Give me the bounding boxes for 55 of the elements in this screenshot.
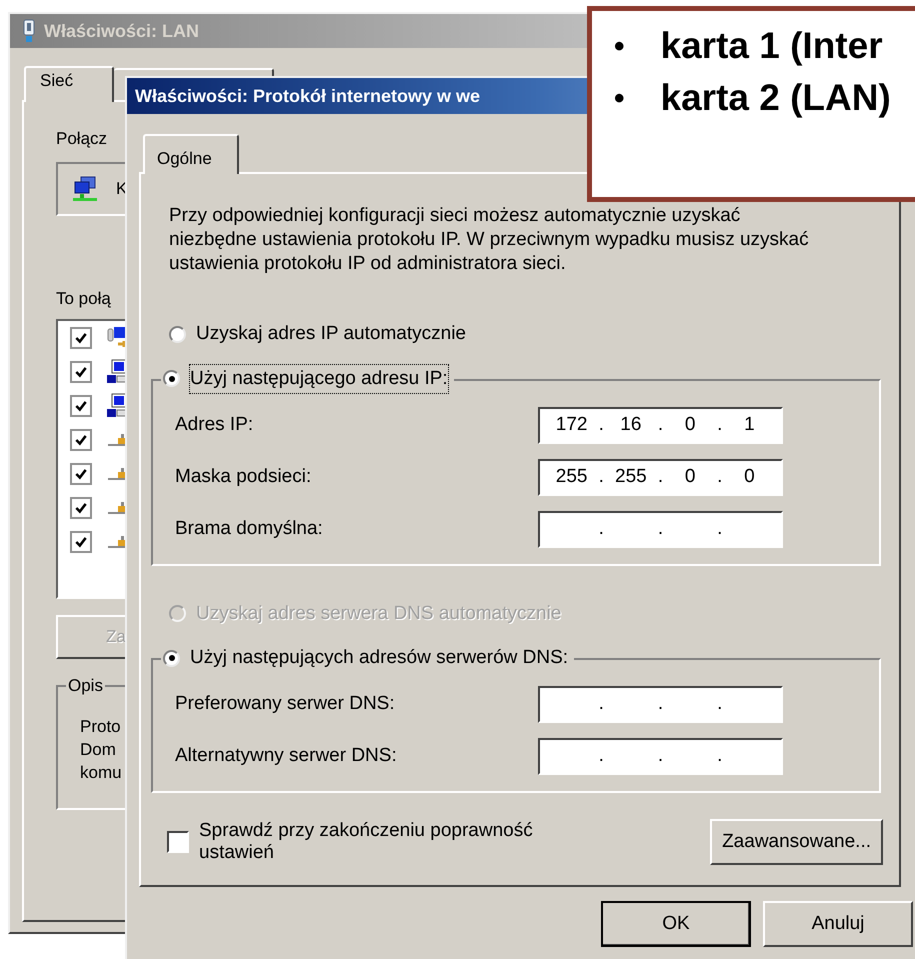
checkbox[interactable]: [70, 531, 92, 553]
checkbox[interactable]: [70, 395, 92, 417]
field-label: To połą: [56, 288, 111, 310]
radio-button[interactable]: [163, 650, 180, 667]
field-label: Połącz: [56, 128, 108, 150]
checkbox-label[interactable]: Sprawdź przy zakończeniu poprawność ustawień: [199, 820, 599, 864]
check-icon: [74, 365, 88, 379]
bullet: •: [614, 28, 625, 64]
radio-label[interactable]: Użyj następującego adresu IP:: [190, 364, 448, 393]
check-icon: [74, 535, 88, 549]
window-title: Właściwości: LAN: [44, 20, 200, 42]
network-computers-icon: [72, 176, 98, 202]
tab[interactable]: Ogólne: [143, 134, 239, 174]
ip-address-field[interactable]: . . .: [538, 510, 783, 548]
checkbox[interactable]: [70, 429, 92, 451]
radio-button[interactable]: [169, 326, 186, 343]
bullet: •: [614, 80, 625, 116]
description-text: komu: [80, 762, 122, 784]
field-label: Alternatywny serwer DNS:: [175, 744, 397, 768]
checkbox[interactable]: [70, 463, 92, 485]
window-title: Właściwości: Protokół internetowy w we: [135, 84, 480, 108]
description-text: Dom: [80, 739, 116, 761]
checkbox[interactable]: [70, 327, 92, 349]
advanced-button[interactable]: Zaawansowane...: [710, 819, 883, 865]
ok-button[interactable]: OK: [601, 901, 751, 947]
field-label: Maska podsieci:: [175, 464, 312, 489]
bullet-text: karta 2 (LAN): [660, 76, 891, 120]
field-label: Brama domyślna:: [175, 516, 323, 541]
bullet-text: karta 1 (Inter: [660, 24, 883, 68]
protocol-icon: [106, 500, 128, 516]
field-label: Adres IP:: [175, 412, 254, 437]
intro-text: Przy odpowiedniej konfiguracji sieci możesz automatycznie uzyskać niezbędne ustawienia protokołu IP. W przeciwnym wypadku musisz uzyskać ustawienia protokołu IP od administratora sieci.: [169, 204, 810, 276]
check-icon: [74, 399, 88, 413]
checkbox[interactable]: [70, 497, 92, 519]
ip-address-field[interactable]: 255 . 255 . 0 . 0: [538, 458, 783, 496]
checkbox[interactable]: [70, 361, 92, 383]
check-icon: [74, 433, 88, 447]
check-icon: [74, 331, 88, 345]
ip-address-field[interactable]: . . .: [538, 738, 783, 775]
ip-address-field[interactable]: 172 . 16 . 0 . 1: [538, 406, 783, 444]
adapter-icon: [22, 19, 36, 43]
protocol-icon: [106, 432, 128, 448]
tab[interactable]: Sieć: [24, 66, 114, 102]
ip-address-field[interactable]: . . .: [538, 686, 783, 723]
radio-label[interactable]: Użyj następujących adresów serwerów DNS:: [190, 644, 568, 672]
description-text: Proto: [80, 716, 121, 738]
check-icon: [74, 501, 88, 515]
radio-button[interactable]: [163, 370, 180, 388]
protocol-icon: [106, 466, 128, 482]
checkbox[interactable]: [167, 831, 189, 853]
radio-label[interactable]: Uzyskaj adres IP automatycznie: [196, 320, 466, 348]
cancel-button[interactable]: Anuluj: [763, 901, 913, 947]
protocol-icon: [106, 534, 128, 550]
field-label: Preferowany serwer DNS:: [175, 692, 395, 716]
check-icon: [74, 467, 88, 481]
